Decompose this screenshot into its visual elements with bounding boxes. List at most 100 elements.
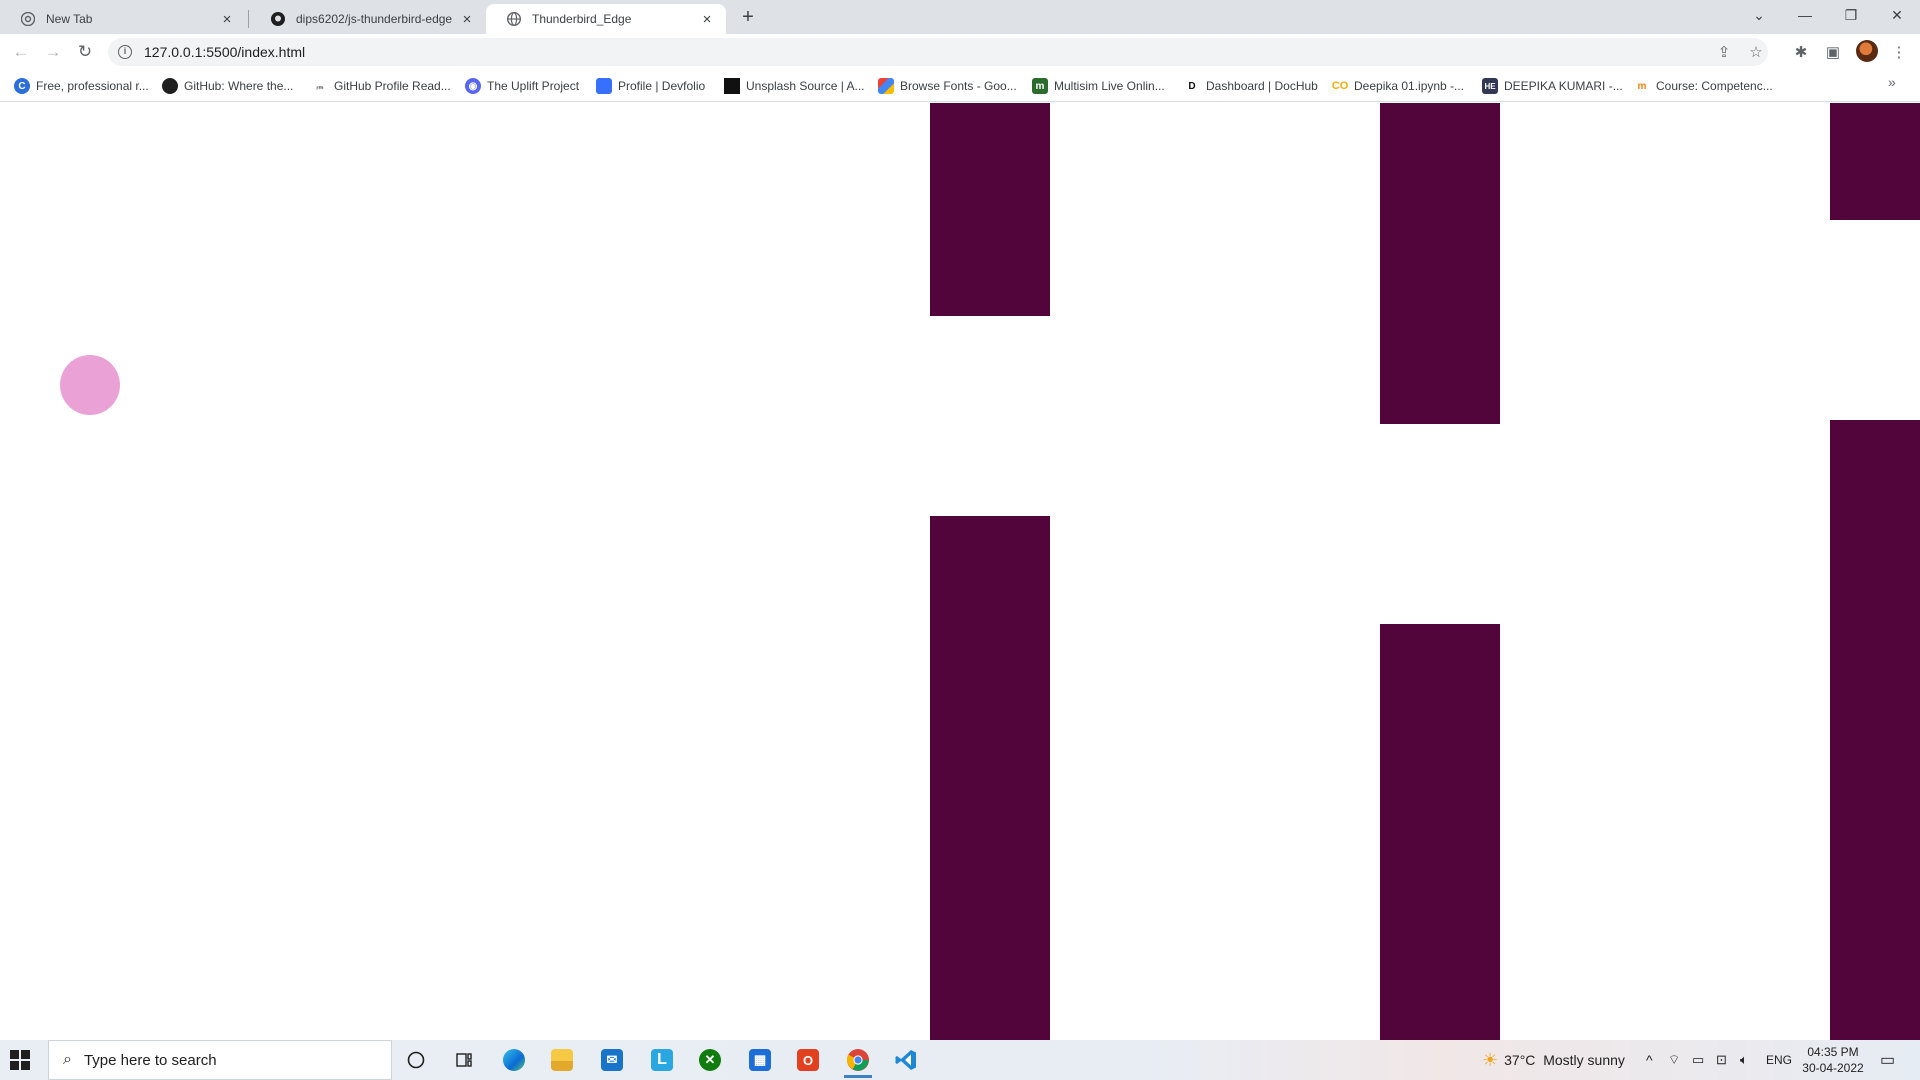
bookmark-label: Course: Competenc...	[1656, 79, 1773, 93]
side-panel-icon[interactable]: ▣	[1820, 39, 1846, 65]
discord-icon: ◉	[465, 78, 481, 94]
tab-strip: New Tab × dips6202/js-thunderbird-edge ×…	[0, 0, 1920, 34]
pipe-top	[930, 103, 1050, 316]
battery-icon[interactable]: ▭	[1692, 1040, 1704, 1080]
github-icon	[270, 11, 286, 27]
bookmark-item[interactable]: C Free, professional r...	[14, 77, 149, 95]
chevron-down-icon[interactable]: ⌄	[1736, 0, 1782, 30]
pipe-bottom	[1380, 624, 1500, 1040]
close-icon[interactable]: ×	[218, 10, 236, 28]
tab-new-tab[interactable]: New Tab ×	[0, 4, 246, 34]
system-clock[interactable]: 04:35 PM 30-04-2022	[1800, 1044, 1866, 1076]
search-icon: ⌕	[63, 1051, 72, 1068]
tab-label: New Tab	[46, 12, 93, 26]
language-indicator[interactable]: ENG	[1766, 1040, 1792, 1080]
game-canvas[interactable]	[0, 103, 1920, 1040]
chrome-icon[interactable]	[838, 1044, 878, 1078]
bookmark-item[interactable]: Profile | Devfolio	[596, 77, 705, 95]
windows-taskbar: ⌕ Type here to search ✉ L ✕ ▦ O ☀ 37°C M…	[0, 1040, 1920, 1080]
clock-time: 04:35 PM	[1807, 1045, 1859, 1059]
bookmark-label: Deepika 01.ipynb -...	[1354, 79, 1465, 93]
chevron-right-icon[interactable]: »	[1888, 74, 1896, 90]
xbox-icon[interactable]: ✕	[690, 1044, 730, 1076]
office-icon[interactable]: O	[788, 1044, 828, 1076]
unsplash-icon	[724, 78, 740, 94]
profile-avatar[interactable]	[1856, 40, 1878, 62]
browser-toolbar: ← → ↻ i 127.0.0.1:5500/index.html ⇪ ☆ ✱ …	[0, 34, 1920, 70]
address-bar[interactable]: i 127.0.0.1:5500/index.html ⇪ ☆	[108, 38, 1768, 66]
bookmark-label: GitHub: Where the...	[184, 79, 294, 93]
volume-icon[interactable]: 🔈︎	[1740, 1040, 1748, 1080]
bookmark-item[interactable]: GitHub: Where the...	[162, 77, 293, 95]
bookmark-label: Free, professional r...	[36, 79, 149, 93]
hackerearth-icon: HE	[1482, 78, 1498, 94]
share-icon[interactable]: ⇪	[1710, 38, 1738, 66]
bookmark-item[interactable]: m Multisim Live Onlin...	[1032, 77, 1165, 95]
canva-icon: C	[14, 78, 30, 94]
tab-thunderbird-edge[interactable]: Thunderbird_Edge ×	[486, 4, 726, 34]
restore-button[interactable]: ❐	[1828, 0, 1874, 30]
pipe-top	[1380, 103, 1500, 424]
close-icon[interactable]: ×	[698, 10, 716, 28]
task-view-icon[interactable]	[444, 1044, 484, 1076]
notification-icon[interactable]: ▭	[1880, 1040, 1895, 1080]
menu-icon[interactable]: ⋮	[1886, 39, 1912, 65]
tab-label: dips6202/js-thunderbird-edge	[296, 12, 453, 26]
network-icon[interactable]: ⌔	[1668, 1040, 1680, 1080]
windows-start-icon[interactable]	[10, 1050, 30, 1070]
bookmark-item[interactable]: Unsplash Source | A...	[724, 77, 865, 95]
minimize-button[interactable]: —	[1782, 0, 1828, 30]
multisim-icon: m	[1032, 78, 1048, 94]
bookmark-item[interactable]: m Course: Competenc...	[1634, 77, 1773, 95]
bookmark-label: Unsplash Source | A...	[746, 79, 865, 93]
reload-button[interactable]: ↻	[72, 39, 98, 65]
weather-widget[interactable]: ☀ 37°C Mostly sunny	[1482, 1040, 1625, 1080]
forward-button[interactable]: →	[40, 39, 66, 65]
back-button[interactable]: ←	[8, 39, 34, 65]
bookmark-item[interactable]: HE DEEPIKA KUMARI -...	[1482, 77, 1623, 95]
bookmark-item[interactable]: D Dashboard | DocHub	[1184, 77, 1318, 95]
tab-label: Thunderbird_Edge	[532, 12, 632, 26]
new-tab-button[interactable]: +	[736, 6, 760, 30]
google-fonts-icon	[878, 78, 894, 94]
tab-divider	[248, 10, 249, 28]
bird-player	[60, 355, 120, 415]
bookmark-item[interactable]: CO Deepika 01.ipynb -...	[1332, 77, 1464, 95]
search-placeholder[interactable]: Type here to search	[84, 1052, 217, 1069]
pipe-bottom	[930, 516, 1050, 1040]
info-icon[interactable]: i	[118, 45, 132, 59]
bookmark-item[interactable]: ◉ The Uplift Project	[465, 77, 579, 95]
url-text[interactable]: 127.0.0.1:5500/index.html	[144, 44, 305, 60]
close-icon[interactable]: ×	[458, 10, 476, 28]
pipe-bottom	[1830, 420, 1920, 1040]
bookmark-item[interactable]: Browse Fonts - Goo...	[878, 77, 1017, 95]
colab-icon: CO	[1331, 78, 1349, 94]
mail-icon[interactable]: ✉	[592, 1044, 632, 1076]
pipe-top	[1830, 103, 1920, 220]
bookmark-star-icon[interactable]: ☆	[1742, 38, 1770, 66]
weather-text: 37°C Mostly sunny	[1504, 1052, 1625, 1068]
bookmark-item[interactable]: ᵣₘ GitHub Profile Read...	[312, 77, 451, 95]
dochub-icon: D	[1184, 78, 1200, 94]
bookmark-label: DEEPIKA KUMARI -...	[1504, 79, 1623, 93]
store-icon[interactable]: ▦	[740, 1044, 780, 1076]
cortana-icon[interactable]	[396, 1044, 436, 1076]
edge-icon[interactable]	[494, 1044, 534, 1076]
vscode-icon[interactable]	[886, 1044, 926, 1076]
github-icon	[162, 78, 178, 94]
bookmark-label: The Uplift Project	[487, 79, 580, 93]
devfolio-icon	[596, 78, 612, 94]
tab-github-repo[interactable]: dips6202/js-thunderbird-edge ×	[250, 4, 486, 34]
file-explorer-icon[interactable]	[542, 1044, 582, 1076]
chrome-icon	[20, 11, 36, 27]
bookmark-label: Profile | Devfolio	[618, 79, 706, 93]
close-window-button[interactable]: ✕	[1874, 0, 1920, 30]
bookmarks-bar: C Free, professional r... GitHub: Where …	[0, 70, 1920, 102]
globe-icon	[506, 11, 522, 27]
chevron-up-icon[interactable]: ^	[1646, 1040, 1653, 1080]
l-app-icon[interactable]: L	[642, 1044, 682, 1076]
display-icon[interactable]: ⊡	[1716, 1040, 1727, 1080]
taskbar-search-box[interactable]: ⌕ Type here to search	[48, 1040, 392, 1080]
extensions-icon[interactable]: ✱	[1788, 39, 1814, 65]
bookmark-label: Dashboard | DocHub	[1206, 79, 1318, 93]
